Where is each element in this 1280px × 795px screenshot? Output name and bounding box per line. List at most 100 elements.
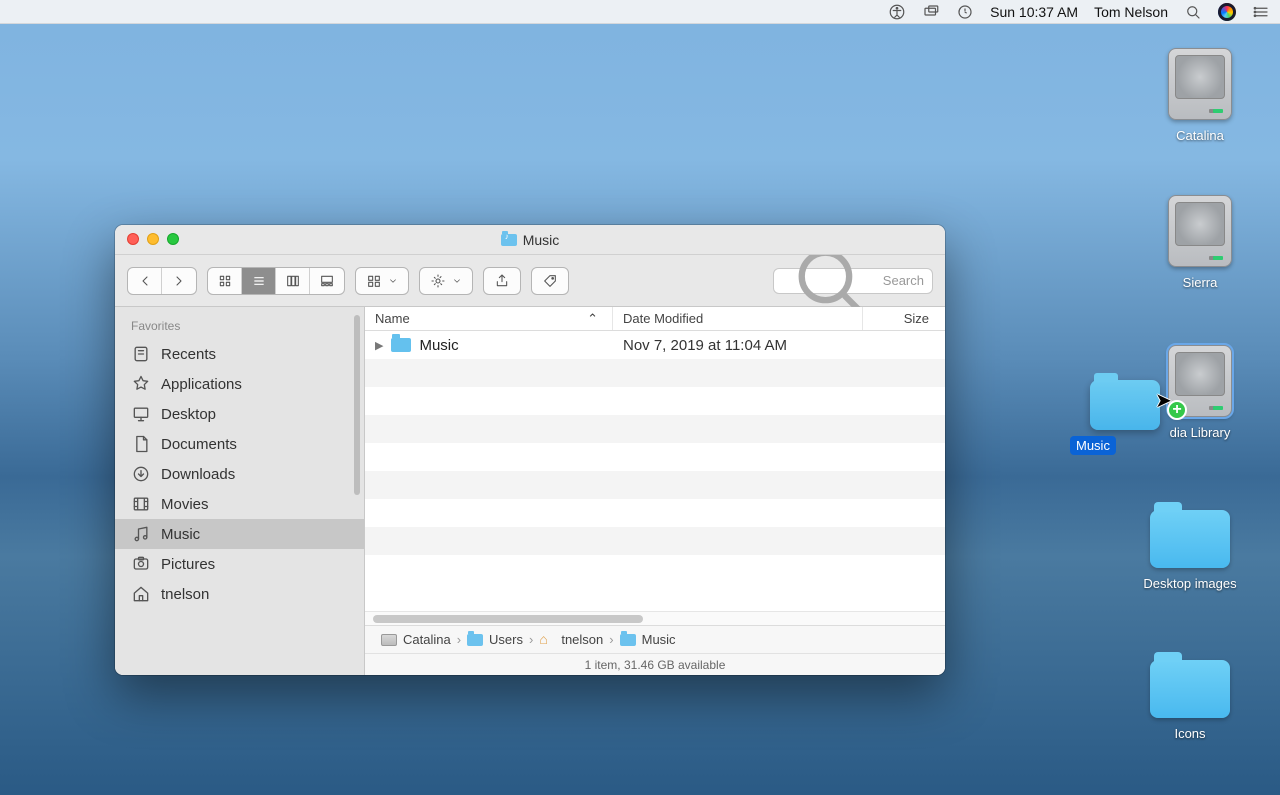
desktop-label: Desktop images bbox=[1137, 574, 1242, 593]
action-button[interactable] bbox=[419, 267, 473, 295]
view-list-button[interactable] bbox=[242, 268, 276, 294]
window-title: Music bbox=[501, 232, 560, 248]
sidebar-item-label: Recents bbox=[161, 346, 216, 363]
horizontal-scrollbar[interactable] bbox=[365, 611, 945, 625]
column-headers: Name ⌃ Date Modified Size bbox=[365, 307, 945, 331]
drag-ghost-label-wrap: Music bbox=[1070, 430, 1116, 455]
path-segment[interactable]: Music bbox=[642, 632, 676, 647]
desktop-label: Icons bbox=[1168, 724, 1211, 743]
displays-icon[interactable] bbox=[922, 3, 940, 21]
disclosure-triangle-icon[interactable]: ▶ bbox=[375, 339, 383, 352]
desktop-icon bbox=[131, 404, 151, 424]
scrollbar-thumb[interactable] bbox=[373, 615, 643, 623]
spotlight-icon[interactable] bbox=[1184, 3, 1202, 21]
downloads-icon bbox=[131, 464, 151, 484]
path-segment[interactable]: Users bbox=[489, 632, 523, 647]
siri-icon[interactable] bbox=[1218, 3, 1236, 21]
sidebar-item-documents[interactable]: Documents bbox=[115, 429, 364, 459]
list-item[interactable]: ▶ Music Nov 7, 2019 at 11:04 AM bbox=[365, 331, 945, 359]
view-mode-buttons bbox=[207, 267, 345, 295]
menubar-datetime[interactable]: Sun 10:37 AM bbox=[990, 4, 1078, 20]
list-item bbox=[365, 499, 945, 527]
list-item bbox=[365, 555, 945, 583]
group-by-button[interactable] bbox=[355, 267, 409, 295]
music-folder-icon bbox=[501, 234, 517, 246]
notification-center-icon[interactable] bbox=[1252, 3, 1270, 21]
list-item bbox=[365, 415, 945, 443]
column-header-size[interactable]: Size bbox=[863, 307, 945, 330]
sidebar-item-downloads[interactable]: Downloads bbox=[115, 459, 364, 489]
sidebar-item-home[interactable]: tnelson bbox=[115, 579, 364, 609]
recents-icon bbox=[131, 344, 151, 364]
minimize-button[interactable] bbox=[147, 233, 159, 245]
path-bar: Catalina› Users› ⌂ tnelson› Music bbox=[365, 625, 945, 653]
close-button[interactable] bbox=[127, 233, 139, 245]
sidebar-item-label: Pictures bbox=[161, 556, 215, 573]
desktop-disk-sierra[interactable]: Sierra bbox=[1140, 195, 1260, 292]
finder-content: Name ⌃ Date Modified Size ▶ Music Nov 7, … bbox=[365, 307, 945, 675]
forward-button[interactable] bbox=[162, 268, 196, 294]
sidebar-item-pictures[interactable]: Pictures bbox=[115, 549, 364, 579]
back-button[interactable] bbox=[128, 268, 162, 294]
file-list[interactable]: ▶ Music Nov 7, 2019 at 11:04 AM bbox=[365, 331, 945, 611]
finder-window[interactable]: Music Search bbox=[115, 225, 945, 675]
home-icon bbox=[131, 584, 151, 604]
share-button[interactable] bbox=[483, 267, 521, 295]
folder-icon bbox=[1150, 660, 1230, 718]
finder-titlebar[interactable]: Music bbox=[115, 225, 945, 255]
harddisk-icon bbox=[381, 634, 397, 646]
pictures-icon bbox=[131, 554, 151, 574]
menubar-user[interactable]: Tom Nelson bbox=[1094, 4, 1168, 20]
sort-asc-icon: ⌃ bbox=[587, 311, 598, 327]
sidebar-item-applications[interactable]: Applications bbox=[115, 369, 364, 399]
list-item bbox=[365, 387, 945, 415]
sidebar-item-movies[interactable]: Movies bbox=[115, 489, 364, 519]
sidebar-scrollbar[interactable] bbox=[354, 315, 360, 495]
list-item bbox=[365, 359, 945, 387]
movies-icon bbox=[131, 494, 151, 514]
sidebar-item-label: Desktop bbox=[161, 406, 216, 423]
harddisk-icon bbox=[1168, 195, 1232, 267]
accessibility-icon[interactable] bbox=[888, 3, 906, 21]
desktop-label: Catalina bbox=[1170, 126, 1230, 145]
desktop-disk-catalina[interactable]: Catalina bbox=[1140, 48, 1260, 145]
copy-plus-icon: + bbox=[1167, 400, 1187, 420]
documents-icon bbox=[131, 434, 151, 454]
sidebar-item-label: Music bbox=[161, 526, 200, 543]
sidebar-header: Favorites bbox=[115, 315, 364, 339]
sidebar-item-label: Documents bbox=[161, 436, 237, 453]
window-controls bbox=[127, 233, 179, 245]
view-columns-button[interactable] bbox=[276, 268, 310, 294]
column-header-date[interactable]: Date Modified bbox=[613, 307, 863, 330]
desktop-folder-desktopimages[interactable]: Desktop images bbox=[1130, 510, 1250, 593]
finder-sidebar: Favorites Recents Applications Desktop D… bbox=[115, 307, 365, 675]
maximize-button[interactable] bbox=[167, 233, 179, 245]
search-input[interactable]: Search bbox=[773, 268, 933, 294]
drag-ghost-folder bbox=[1090, 380, 1160, 430]
sidebar-item-desktop[interactable]: Desktop bbox=[115, 399, 364, 429]
path-segment[interactable]: Catalina bbox=[403, 632, 451, 647]
desktop-label: dia Library bbox=[1164, 423, 1237, 442]
search-placeholder: Search bbox=[883, 273, 924, 288]
music-icon bbox=[131, 524, 151, 544]
list-item bbox=[365, 471, 945, 499]
view-icons-button[interactable] bbox=[208, 268, 242, 294]
sidebar-item-label: tnelson bbox=[161, 586, 209, 603]
column-header-label: Name bbox=[375, 311, 410, 326]
path-segment[interactable]: tnelson bbox=[561, 632, 603, 647]
desktop-folder-icons[interactable]: Icons bbox=[1130, 660, 1250, 743]
applications-icon bbox=[131, 374, 151, 394]
nav-buttons bbox=[127, 267, 197, 295]
view-gallery-button[interactable] bbox=[310, 268, 344, 294]
timemachine-icon[interactable] bbox=[956, 3, 974, 21]
column-header-name[interactable]: Name ⌃ bbox=[365, 307, 613, 330]
folder-icon bbox=[1150, 510, 1230, 568]
cursor-copy: ➤ + bbox=[1155, 388, 1177, 410]
window-title-text: Music bbox=[523, 232, 560, 248]
music-folder-icon bbox=[620, 634, 636, 646]
sidebar-item-music[interactable]: Music bbox=[115, 519, 364, 549]
file-date: Nov 7, 2019 at 11:04 AM bbox=[613, 337, 863, 354]
drag-ghost-label: Music bbox=[1070, 436, 1116, 455]
tags-button[interactable] bbox=[531, 267, 569, 295]
sidebar-item-recents[interactable]: Recents bbox=[115, 339, 364, 369]
